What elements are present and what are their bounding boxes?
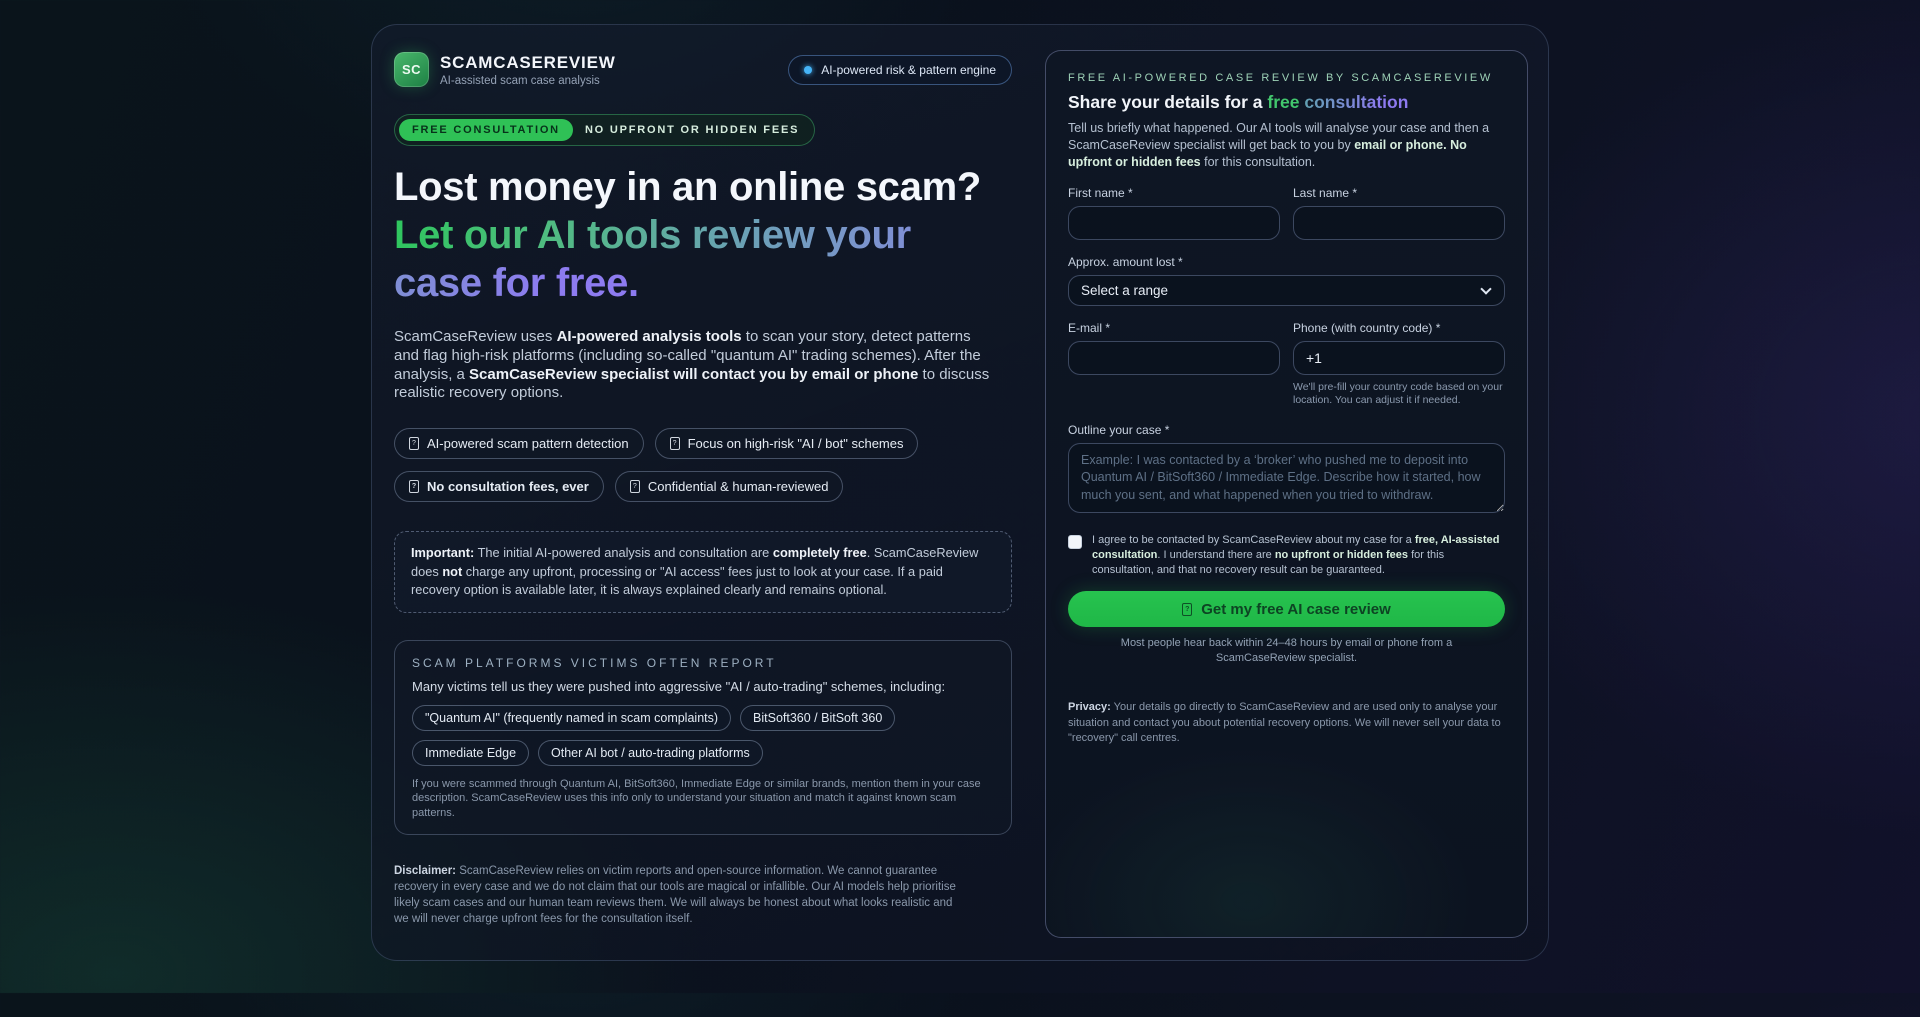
platform-chip: Immediate Edge: [412, 740, 529, 766]
submit-button-label: Get my free AI case review: [1201, 601, 1391, 618]
platform-chips: "Quantum AI" (frequently named in scam c…: [412, 705, 994, 766]
feature-chip-label: Focus on high-risk "AI / bot" schemes: [688, 436, 904, 451]
form-intro: Tell us briefly what happened. Our AI to…: [1068, 120, 1505, 171]
submit-button[interactable]: Get my free AI case review: [1068, 591, 1505, 627]
feature-chip: Focus on high-risk "AI / bot" schemes: [655, 428, 919, 459]
no-fees-label: NO UPFRONT OR HIDDEN FEES: [585, 124, 799, 136]
feature-chip-label: No consultation fees, ever: [427, 479, 589, 494]
last-name-label: Last name *: [1293, 186, 1505, 200]
phone-helper-text: We'll pre-fill your country code based o…: [1293, 381, 1505, 408]
case-outline-textarea[interactable]: [1068, 443, 1505, 513]
feature-chip-label: AI-powered scam pattern detection: [427, 436, 629, 451]
headline-plain: Lost money in an online scam?: [394, 165, 981, 209]
hero-pill: FREE CONSULTATION NO UPFRONT OR HIDDEN F…: [394, 114, 815, 146]
phone-label: Phone (with country code) *: [1293, 321, 1505, 335]
brand-logo-icon: SC: [394, 52, 429, 87]
feature-chips: AI-powered scam pattern detection Focus …: [394, 428, 954, 502]
disclaimer: Disclaimer: ScamCaseReview relies on vic…: [394, 863, 962, 927]
engine-badge: AI-powered risk & pattern engine: [788, 55, 1012, 85]
brand: SC SCAMCASEREVIEW AI-assisted scam case …: [394, 52, 616, 87]
missing-glyph-icon: [409, 437, 419, 450]
free-consultation-pill: FREE CONSULTATION: [399, 119, 573, 141]
page-title: Lost money in an online scam? Let our AI…: [394, 163, 984, 307]
left-panel: SC SCAMCASEREVIEW AI-assisted scam case …: [394, 50, 1012, 935]
brand-initials: SC: [402, 62, 421, 77]
important-notice: Important: The initial AI-powered analys…: [394, 531, 1012, 613]
consent-checkbox[interactable]: [1068, 535, 1082, 549]
feature-chip-label: Confidential & human-reviewed: [648, 479, 829, 494]
platforms-footnote: If you were scammed through Quantum AI, …: [412, 777, 994, 822]
privacy-note: Privacy: Your details go directly to Sca…: [1068, 700, 1505, 746]
platform-chip: BitSoft360 / BitSoft 360: [740, 705, 895, 731]
phone-input[interactable]: [1293, 341, 1505, 375]
brand-tagline: AI-assisted scam case analysis: [440, 75, 616, 87]
platforms-description: Many victims tell us they were pushed in…: [412, 679, 994, 694]
response-time-note: Most people hear back within 24–48 hours…: [1068, 636, 1505, 666]
first-name-label: First name *: [1068, 186, 1280, 200]
amount-lost-select-wrap: Select a range: [1068, 275, 1505, 306]
platforms-panel: SCAM PLATFORMS VICTIMS OFTEN REPORT Many…: [394, 640, 1012, 836]
last-name-input[interactable]: [1293, 206, 1505, 240]
form-kicker: FREE AI-POWERED CASE REVIEW BY SCAMCASER…: [1068, 72, 1505, 84]
consent-text: I agree to be contacted by ScamCaseRevie…: [1092, 533, 1505, 578]
email-label: E-mail *: [1068, 321, 1280, 335]
case-review-form-card: FREE AI-POWERED CASE REVIEW BY SCAMCASER…: [1045, 50, 1528, 938]
missing-glyph-icon: [409, 480, 419, 493]
amount-lost-label: Approx. amount lost *: [1068, 255, 1505, 269]
brand-name: SCAMCASEREVIEW: [440, 53, 616, 73]
case-review-form: First name * Last name * Approx. amount …: [1068, 171, 1505, 628]
status-dot-icon: [804, 66, 812, 74]
outline-label: Outline your case *: [1068, 423, 1505, 437]
amount-lost-select[interactable]: Select a range: [1068, 275, 1505, 306]
brand-text: SCAMCASEREVIEW AI-assisted scam case ana…: [440, 53, 616, 87]
feature-chip: Confidential & human-reviewed: [615, 471, 844, 502]
missing-glyph-icon: [1182, 603, 1192, 616]
engine-badge-label: AI-powered risk & pattern engine: [821, 63, 996, 77]
platforms-title: SCAM PLATFORMS VICTIMS OFTEN REPORT: [412, 656, 994, 670]
email-input[interactable]: [1068, 341, 1280, 375]
feature-chip: AI-powered scam pattern detection: [394, 428, 644, 459]
platform-chip: Other AI bot / auto-trading platforms: [538, 740, 763, 766]
intro-paragraph: ScamCaseReview uses AI-powered analysis …: [394, 328, 994, 403]
missing-glyph-icon: [630, 480, 640, 493]
header-row: SC SCAMCASEREVIEW AI-assisted scam case …: [394, 52, 1012, 87]
missing-glyph-icon: [670, 437, 680, 450]
platform-chip: "Quantum AI" (frequently named in scam c…: [412, 705, 731, 731]
consent-row: I agree to be contacted by ScamCaseRevie…: [1068, 533, 1505, 578]
feature-chip: No consultation fees, ever: [394, 471, 604, 502]
headline-gradient: Let our AI tools review your case for fr…: [394, 213, 911, 305]
main-container: SC SCAMCASEREVIEW AI-assisted scam case …: [371, 24, 1549, 961]
first-name-input[interactable]: [1068, 206, 1280, 240]
form-title: Share your details for a free consultati…: [1068, 92, 1505, 113]
